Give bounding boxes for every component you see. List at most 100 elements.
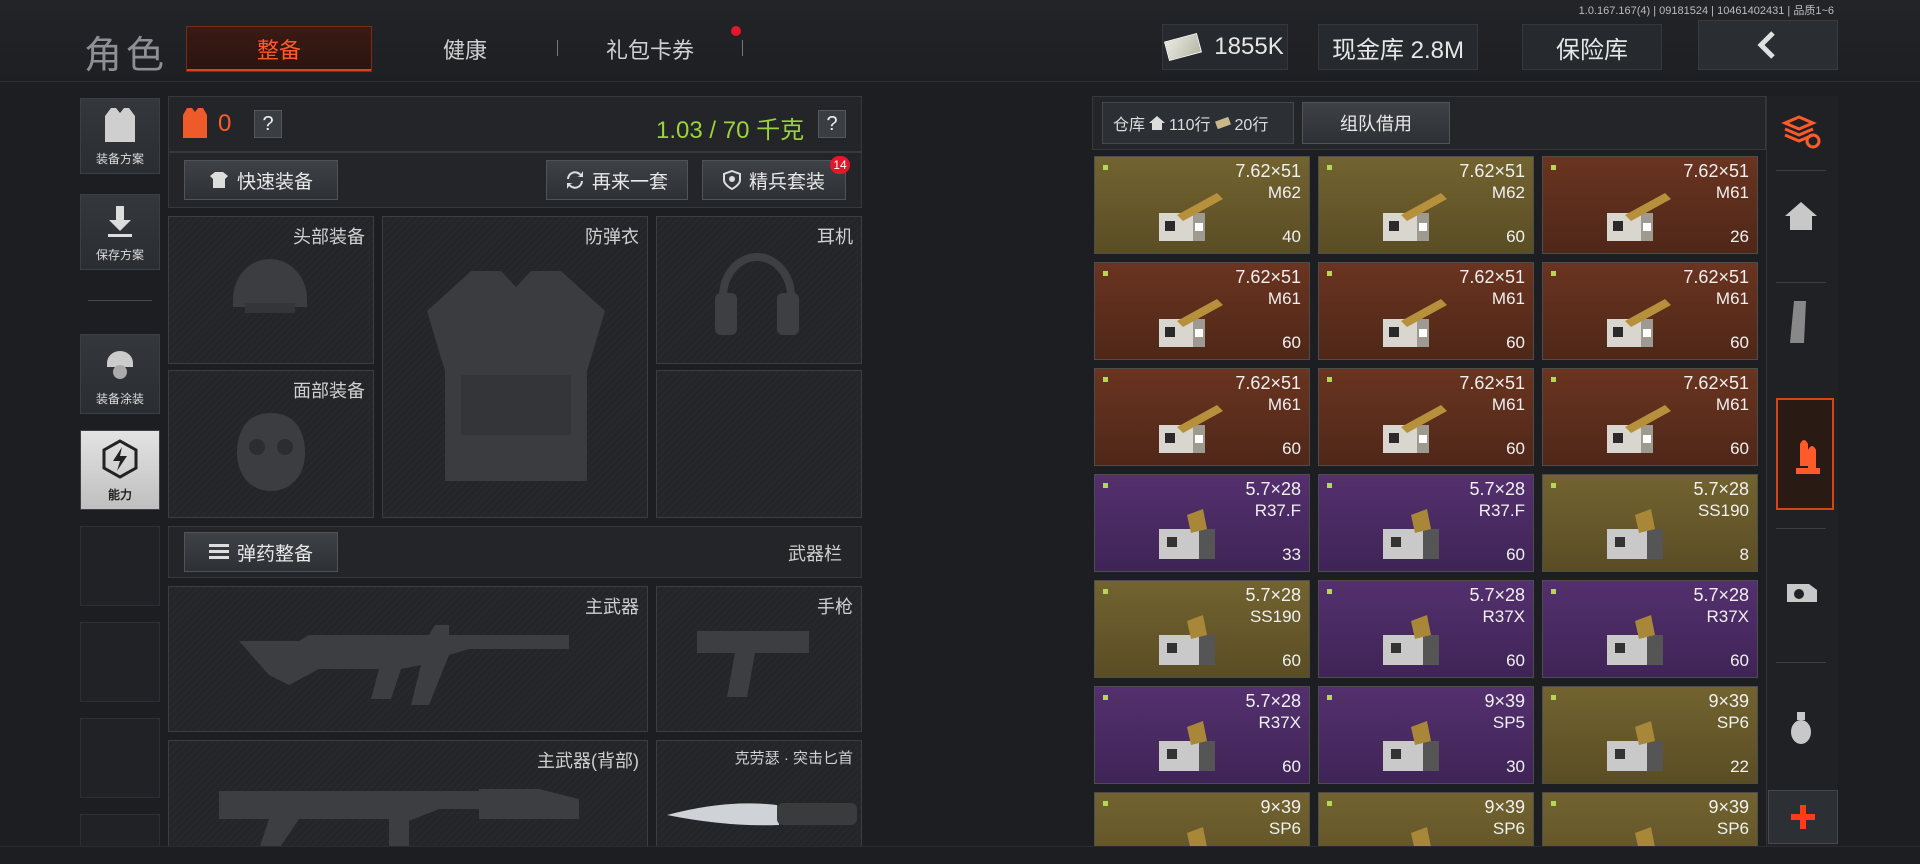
elite-badge: 14 — [830, 156, 850, 174]
back-arrow-icon — [1757, 31, 1775, 59]
pistol-label: 手枪 — [817, 597, 853, 617]
team-borrow-button[interactable]: 组队借用 — [1302, 102, 1450, 144]
ammo-item[interactable]: 5.7×28 SS190 8 — [1542, 474, 1758, 572]
shield-icon — [722, 170, 741, 190]
sight-category[interactable] — [1766, 556, 1836, 628]
ammo-item[interactable]: 7.62×51 M61 60 — [1094, 262, 1310, 360]
ammo-box-icon — [1607, 405, 1671, 453]
ammo-setup-button[interactable]: 弹药整备 — [184, 532, 338, 572]
house-icon — [1149, 116, 1166, 130]
ammo-box-icon — [1607, 509, 1663, 559]
page-title: 角色 — [84, 35, 169, 77]
sort-icon — [1781, 115, 1821, 149]
cash-vault-button[interactable]: 现金库 2.8M — [1318, 24, 1478, 70]
ammo-count: 40 — [1282, 227, 1301, 246]
ammo-item[interactable]: 9×39 SP5 30 — [1318, 686, 1534, 784]
storage-grid: 7.62×51 M62 40 7.62×51 M62 60 7.62×51 M61 26 7.62… — [1092, 156, 1766, 864]
ammo-item[interactable]: 7.62×51 M61 60 — [1094, 368, 1310, 466]
loadout-plan-button[interactable]: 装备方案 — [80, 98, 160, 174]
body-armor-label: 防弹衣 — [585, 227, 639, 247]
tab-health[interactable]: 健康 — [400, 26, 530, 72]
equipment-skin-button[interactable]: 装备涂装 — [80, 334, 160, 414]
primary-weapon-slot[interactable]: 主武器 — [168, 586, 648, 732]
head-slot[interactable]: 头部装备 — [168, 216, 374, 364]
ammo-item[interactable]: 7.62×51 M61 60 — [1318, 368, 1534, 466]
ammo-icon — [1796, 440, 1820, 474]
safe-vault-button[interactable]: 保险库 — [1522, 24, 1662, 70]
ammo-item[interactable]: 5.7×28 R37X 60 — [1094, 686, 1310, 784]
gas-mask-icon — [237, 413, 305, 491]
ammo-category-active[interactable] — [1776, 398, 1834, 510]
back-button[interactable] — [1698, 20, 1838, 70]
ammo-box-icon — [1159, 721, 1215, 771]
elite-set-button[interactable]: 精兵套装 — [702, 160, 846, 200]
quality-marker — [1327, 165, 1332, 170]
magazine-category[interactable] — [1766, 286, 1836, 358]
ammo-item[interactable]: 7.62×51 M61 60 — [1542, 368, 1758, 466]
ammo-box-icon — [1159, 615, 1215, 665]
quality-marker — [1327, 589, 1332, 594]
warehouse-tab[interactable]: 仓库 110行 20行 — [1102, 102, 1294, 144]
ammo-box-icon — [1383, 193, 1447, 241]
ammo-caliber: 7.62×51 — [1235, 267, 1301, 287]
add-button[interactable] — [1768, 790, 1838, 844]
face-slot[interactable]: 面部装备 — [168, 370, 374, 518]
ammo-item[interactable]: 7.62×51 M61 26 — [1542, 156, 1758, 254]
save-plan-button[interactable]: 保存方案 — [80, 194, 160, 270]
ammo-box-icon — [1159, 509, 1215, 559]
ammo-caliber: 5.7×28 — [1245, 585, 1301, 605]
body-armor-slot[interactable]: 防弹衣 — [382, 216, 648, 518]
headset-label: 耳机 — [817, 227, 853, 247]
tab-gift-coupons[interactable]: 礼包卡券 — [580, 26, 720, 72]
warehouse-rows-2: 20行 — [1234, 117, 1269, 134]
ammo-item[interactable]: 5.7×28 R37X 60 — [1542, 580, 1758, 678]
warehouse-label: 仓库 — [1113, 117, 1146, 134]
ammo-item[interactable]: 5.7×28 R37X 60 — [1318, 580, 1534, 678]
ammo-item[interactable]: 5.7×28 R37.F 60 — [1318, 474, 1534, 572]
ammo-type: M61 — [1491, 289, 1525, 308]
ammo-item[interactable]: 5.7×28 SS190 60 — [1094, 580, 1310, 678]
ammo-count: 60 — [1730, 333, 1749, 352]
weight-help-button[interactable]: ? — [818, 110, 846, 138]
ammo-item[interactable]: 5.7×28 R37.F 33 — [1094, 474, 1310, 572]
quality-marker — [1103, 271, 1108, 276]
ability-button[interactable]: 能力 — [80, 430, 160, 510]
again-button[interactable]: 再来一套 — [546, 160, 688, 200]
empty-gear-slot[interactable] — [656, 370, 862, 518]
help-button[interactable]: ? — [254, 110, 282, 138]
helmet-icon — [233, 259, 307, 313]
helmet-skin-icon — [107, 350, 133, 379]
quick-equip-button[interactable]: 快速装备 — [184, 160, 338, 200]
bottom-strip — [0, 846, 1920, 864]
ammo-item[interactable]: 7.62×51 M62 60 — [1318, 156, 1534, 254]
ammo-box-icon — [1383, 299, 1447, 347]
quality-marker — [1551, 801, 1556, 806]
tab-divider — [742, 40, 743, 56]
home-category[interactable] — [1766, 180, 1836, 252]
ammo-type: M61 — [1715, 395, 1749, 414]
again-label: 再来一套 — [591, 171, 668, 193]
quality-marker — [1327, 801, 1332, 806]
ammo-count: 60 — [1282, 439, 1301, 458]
ammo-caliber: 7.62×51 — [1459, 373, 1525, 393]
knife-icon — [667, 803, 857, 826]
headset-slot[interactable]: 耳机 — [656, 216, 862, 364]
armor-icon — [183, 108, 207, 138]
ammo-box-icon — [1607, 193, 1671, 241]
elite-set-label: 精兵套装 — [748, 171, 825, 193]
sort-button[interactable] — [1766, 96, 1836, 168]
ammo-caliber: 5.7×28 — [1245, 479, 1301, 499]
ammo-box-icon — [1383, 405, 1447, 453]
quick-equip-label: 快速装备 — [236, 171, 313, 193]
ammo-box-icon — [1159, 405, 1223, 453]
quality-marker — [1103, 165, 1108, 170]
grenade-category[interactable] — [1766, 692, 1836, 764]
loadout-plan-label: 装备方案 — [95, 152, 144, 166]
ammo-item[interactable]: 7.62×51 M61 60 — [1542, 262, 1758, 360]
vest-icon — [105, 107, 135, 142]
ammo-item[interactable]: 7.62×51 M61 60 — [1318, 262, 1534, 360]
ammo-item[interactable]: 9×39 SP6 22 — [1542, 686, 1758, 784]
ammo-item[interactable]: 7.62×51 M62 40 — [1094, 156, 1310, 254]
tab-loadout[interactable]: 整备 — [186, 26, 372, 72]
pistol-slot[interactable]: 手枪 — [656, 586, 862, 732]
